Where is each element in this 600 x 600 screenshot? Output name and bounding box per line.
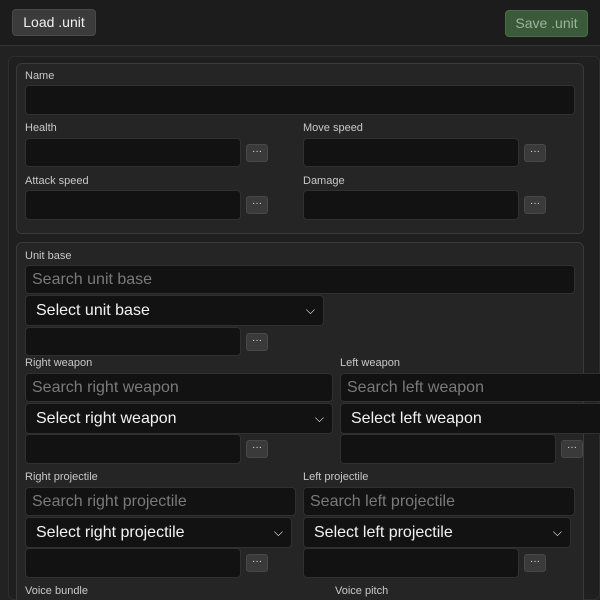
unit-base-value-input[interactable] [25,327,241,356]
chevron-down-icon: ⌵ [314,411,324,425]
left-projectile-search-input[interactable] [303,487,575,516]
voice-pitch-label: Voice pitch [335,585,389,597]
save-unit-button[interactable]: Save .unit [505,10,588,37]
chevron-down-icon: ⌵ [305,303,315,317]
left-projectile-value-input[interactable] [303,548,519,578]
left-projectile-select-value: Select left projectile [314,524,453,541]
name-label: Name [25,70,55,82]
right-projectile-select-value: Select right projectile [36,524,185,541]
damage-more-button[interactable]: ··· [524,196,546,214]
attack-speed-label: Attack speed [25,175,89,187]
right-weapon-value-input[interactable] [25,434,241,464]
right-projectile-search-input[interactable] [25,487,296,516]
unit-base-search-input[interactable] [25,265,575,294]
chevron-down-icon: ⌵ [552,525,562,539]
unit-base-label: Unit base [25,250,72,262]
damage-label: Damage [303,175,345,187]
left-weapon-select[interactable]: Select left weapon [340,403,600,434]
left-projectile-more-button[interactable]: ··· [524,554,546,572]
left-weapon-value-input[interactable] [340,434,556,464]
right-weapon-select[interactable]: Select right weapon ⌵ [25,403,333,434]
left-projectile-label: Left projectile [303,471,369,483]
right-weapon-search-input[interactable] [25,373,333,402]
unit-base-select[interactable]: Select unit base ⌵ [25,295,324,326]
right-weapon-select-value: Select right weapon [36,410,177,427]
move-speed-label: Move speed [303,122,363,134]
right-projectile-select[interactable]: Select right projectile ⌵ [25,517,292,548]
health-input[interactable] [25,138,241,167]
damage-input[interactable] [303,190,519,220]
chevron-down-icon: ⌵ [273,525,283,539]
left-weapon-more-button[interactable]: ··· [561,440,583,458]
toolbar: Load .unit Save .unit [0,0,600,46]
unit-base-select-value: Select unit base [36,302,150,319]
health-more-button[interactable]: ··· [246,144,268,162]
load-unit-button[interactable]: Load .unit [12,9,96,36]
left-weapon-label: Left weapon [340,357,400,369]
right-projectile-value-input[interactable] [25,548,241,578]
move-speed-more-button[interactable]: ··· [524,144,546,162]
attack-speed-more-button[interactable]: ··· [246,196,268,214]
name-input[interactable] [25,85,575,115]
health-label: Health [25,122,57,134]
left-weapon-select-value: Select left weapon [351,410,482,427]
attack-speed-input[interactable] [25,190,241,220]
voice-bundle-label: Voice bundle [25,585,88,597]
right-projectile-label: Right projectile [25,471,98,483]
move-speed-input[interactable] [303,138,519,167]
right-weapon-more-button[interactable]: ··· [246,440,268,458]
left-projectile-select[interactable]: Select left projectile ⌵ [303,517,571,548]
left-weapon-search-input[interactable] [340,373,600,402]
right-projectile-more-button[interactable]: ··· [246,554,268,572]
unit-base-more-button[interactable]: ··· [246,333,268,351]
right-weapon-label: Right weapon [25,357,93,369]
